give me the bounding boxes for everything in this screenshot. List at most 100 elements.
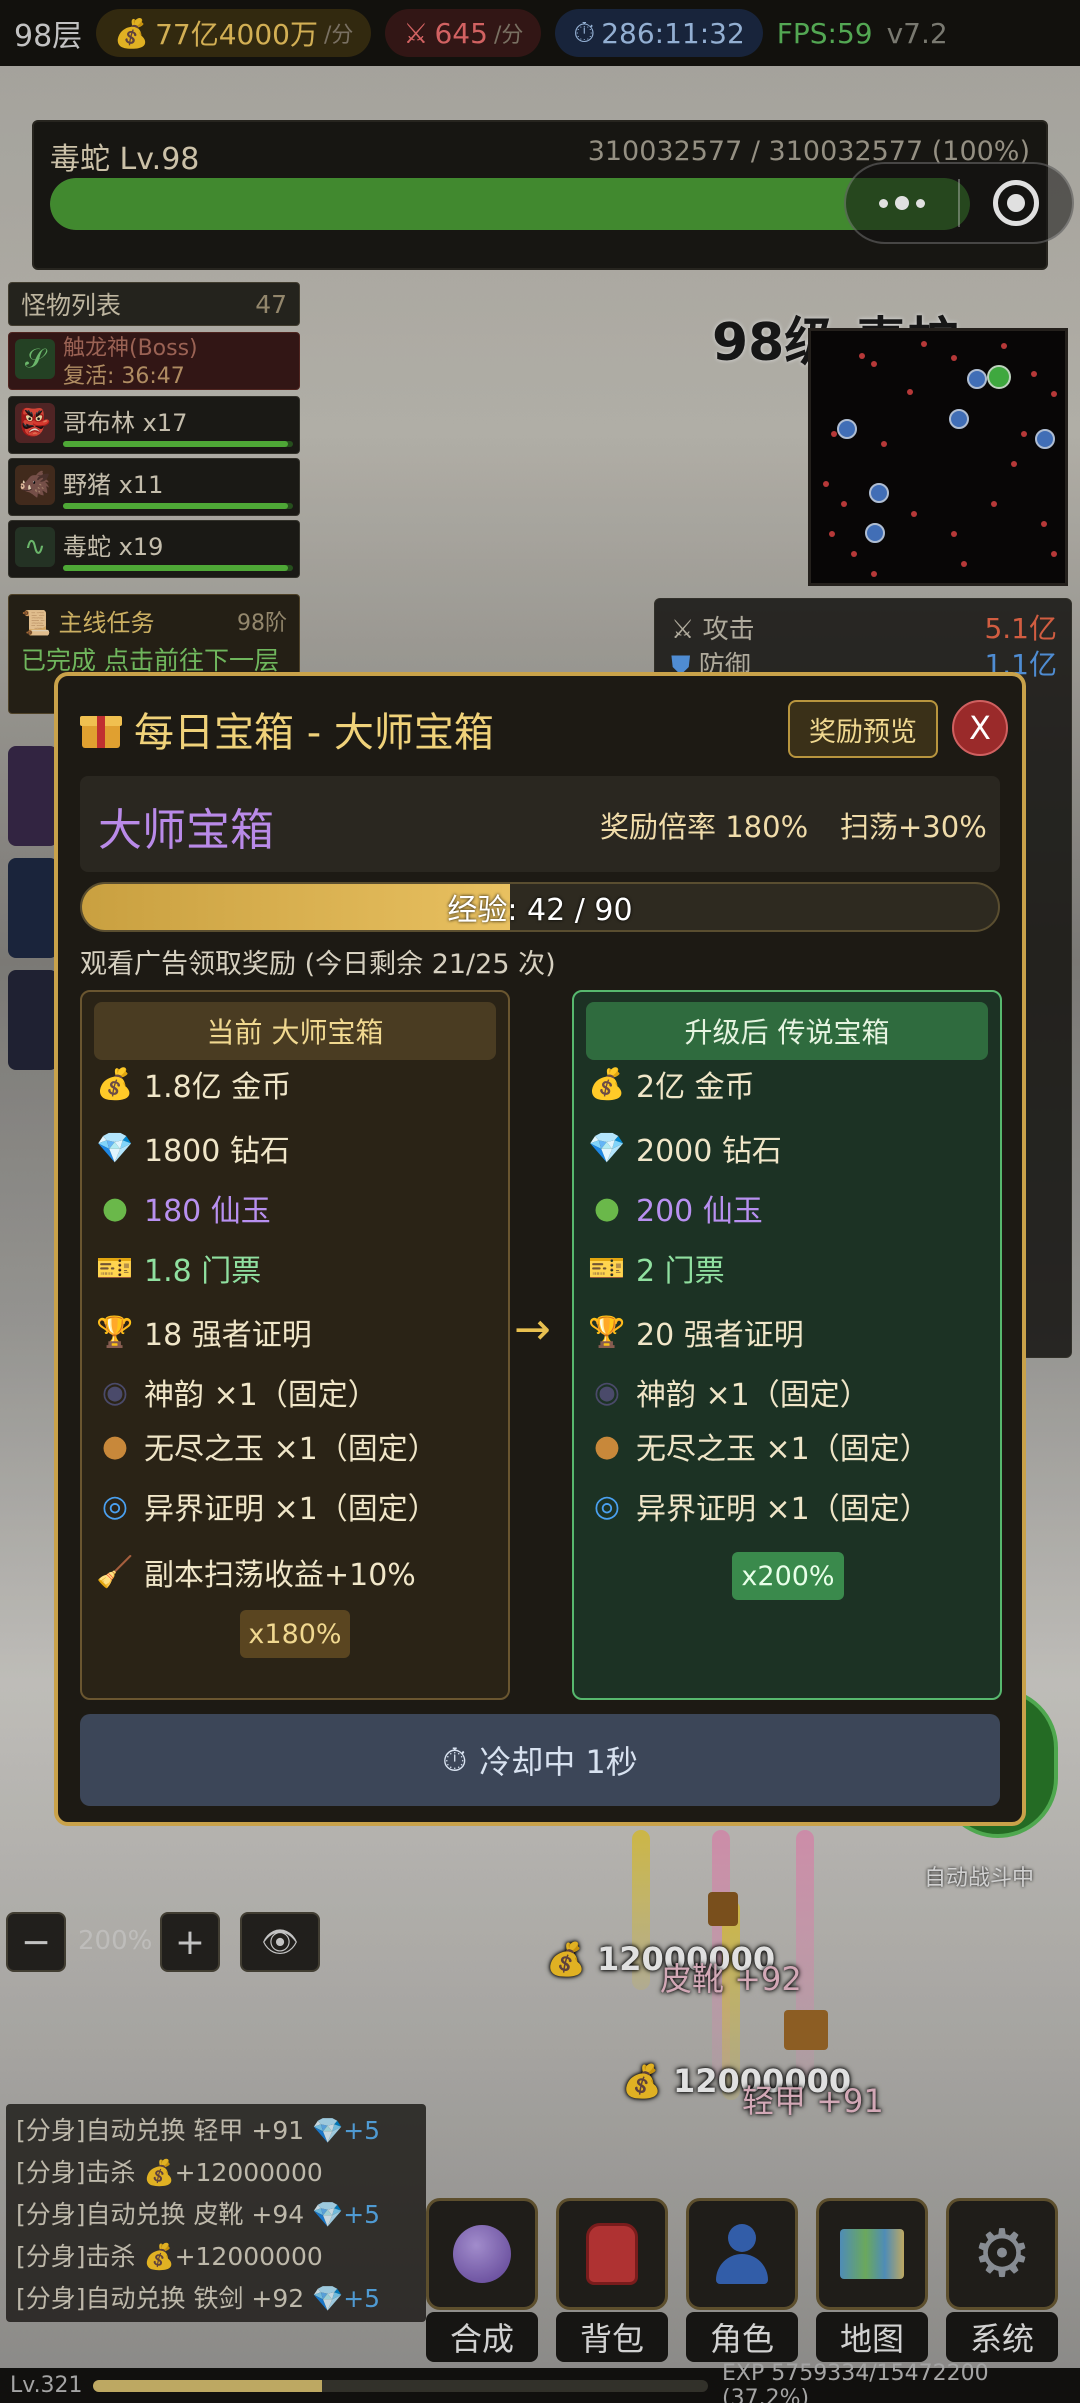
playtime-value: 286:11:32: [601, 16, 745, 50]
nav-label-character[interactable]: 角色: [686, 2312, 798, 2362]
reward-item: ● 无尽之玉 ×1（固定）: [588, 1424, 930, 1468]
reward-item: ◎ 异界证明 ×1（固定）: [96, 1484, 438, 1528]
log-diamond: 💎+5: [312, 2116, 381, 2145]
reward-text: 副本扫荡收益+10%: [144, 1558, 416, 1593]
monster-name: 哥布林 x17: [63, 409, 188, 437]
map-icon: [840, 2229, 904, 2279]
reward-item: 🧹 副本扫荡收益+10%: [96, 1550, 416, 1594]
close-miniprogram-button[interactable]: [960, 164, 1072, 242]
log-line: [分身]自动兑换 皮靴 +94 💎+5: [16, 2194, 416, 2236]
reward-item: 🏆 20 强者证明: [588, 1310, 804, 1354]
chest-name: 大师宝箱: [98, 805, 274, 856]
reward-text: 18 强者证明: [144, 1318, 312, 1353]
snake-icon: ∿: [15, 527, 55, 567]
ticket-icon: 🎫: [96, 1250, 134, 1286]
monster-hp-bar: [63, 565, 293, 571]
side-button[interactable]: [8, 746, 58, 846]
quest-title-row: 📜 主线任务: [21, 603, 155, 638]
scroll-icon: 📜: [21, 609, 51, 637]
claim-cooldown-button[interactable]: ⏱ 冷却中 1秒: [80, 1714, 1000, 1806]
minimap[interactable]: [808, 328, 1068, 586]
current-chest-column: 当前 大师宝箱 💰 1.8亿 金币 💎 1800 钻石 ● 180 仙玉 🎫 1.8 门票 🏆 1…: [80, 990, 510, 1700]
gear-icon: ⚙: [972, 2215, 1032, 2292]
reward-text: 1800 钻石: [144, 1134, 290, 1169]
reward-text: 20 强者证明: [636, 1318, 804, 1353]
gold-rate-unit: /分: [323, 23, 354, 48]
log-line: [分身]击杀 💰+12000000: [16, 2236, 416, 2278]
cooldown-label: 冷却中 1秒: [479, 1743, 638, 1781]
monster-row-goblin[interactable]: 👺 哥布林 x17: [8, 396, 300, 454]
nav-label-backpack[interactable]: 背包: [556, 2312, 668, 2362]
swirl-icon: ◎: [593, 1488, 621, 1524]
auto-battle-label: 自动战斗中: [924, 1866, 1035, 1891]
dialog-title-row: 每日宝箱 - 大师宝箱: [80, 700, 494, 758]
loot-chest-icon[interactable]: [708, 1892, 738, 1926]
goblin-icon: 👺: [15, 403, 55, 443]
log-text: [分身]击杀 💰+12000000: [16, 2242, 323, 2271]
reward-item: ● 无尽之玉 ×1（固定）: [96, 1424, 438, 1468]
reward-rate: 奖励倍率 180%: [600, 810, 809, 844]
boss-name: 毒蛇 Lv.98: [50, 142, 200, 177]
stat-label: 攻击: [702, 615, 755, 645]
swirl-icon: ◎: [101, 1488, 129, 1524]
reward-preview-button[interactable]: 奖励预览: [788, 700, 938, 758]
reward-multiplier-badge: x200%: [732, 1552, 844, 1600]
money-bag-icon: 💰: [114, 16, 150, 50]
reward-text: 异界证明 ×1（固定）: [636, 1492, 930, 1527]
loot-chest-icon[interactable]: [784, 2010, 828, 2050]
nav-system-button[interactable]: ⚙: [946, 2198, 1058, 2310]
monster-row-boar[interactable]: 🐗 野猪 x11: [8, 458, 300, 516]
boss-hp-bar: [50, 178, 970, 230]
side-button[interactable]: [8, 858, 58, 958]
reward-text: 2000 钻石: [636, 1134, 782, 1169]
monster-row-snake[interactable]: ∿ 毒蛇 x19: [8, 520, 300, 578]
reward-text: 无尽之玉 ×1（固定）: [636, 1432, 930, 1467]
log-text: [分身]自动兑换 铁剑 +92: [16, 2284, 313, 2313]
reward-text: 200 仙玉: [636, 1194, 763, 1229]
current-chest-header: 当前 大师宝箱: [94, 1002, 496, 1060]
nav-character-button[interactable]: [686, 2198, 798, 2310]
eye-icon: 👁: [260, 1924, 300, 1960]
close-button[interactable]: X: [952, 700, 1008, 756]
kill-rate-value: 645: [434, 16, 488, 50]
item-drop-text: 轻甲 +91: [742, 2082, 884, 2120]
boss-respawn-timer: 复活: 36:47: [63, 364, 185, 389]
reward-item: ◎ 异界证明 ×1（固定）: [588, 1484, 930, 1528]
reward-text: 180 仙玉: [144, 1194, 271, 1229]
reward-item: 🎫 1.8 门票: [96, 1246, 261, 1290]
monster-list-title: 怪物列表: [21, 291, 122, 320]
nav-map-button[interactable]: [816, 2198, 928, 2310]
player-xp-footer: Lv.321 EXP 5759334/15472200 (37.2%): [0, 2361, 1080, 2403]
upgraded-chest-column: 升级后 传说宝箱 💰 2亿 金币 💎 2000 钻石 ● 200 仙玉 🎫 2 门票 🏆 20 强…: [572, 990, 1002, 1700]
ad-reward-note: 观看广告领取奖励 (今日剩余 21/25 次): [80, 949, 556, 980]
nav-label-system[interactable]: 系统: [946, 2312, 1058, 2362]
reward-item: ● 200 仙玉: [588, 1186, 763, 1230]
monster-list-header[interactable]: 怪物列表 47: [8, 282, 300, 326]
zoom-in-button[interactable]: +: [160, 1912, 220, 1972]
stat-attack-value: 5.1亿: [984, 612, 1057, 645]
daily-chest-dialog: 每日宝箱 - 大师宝箱 奖励预览 X 大师宝箱 奖励倍率 180% 扫荡+30%…: [54, 672, 1026, 1826]
more-dots-icon: [879, 196, 925, 210]
nav-synthesize-button[interactable]: [426, 2198, 538, 2310]
zoom-out-button[interactable]: −: [6, 1912, 66, 1972]
quest-stage: 98阶: [237, 611, 287, 636]
miniprogram-capsule[interactable]: [844, 162, 1074, 244]
reward-item: ● 180 仙玉: [96, 1186, 271, 1230]
item-drop-text: 皮靴 +92: [660, 1960, 802, 1998]
orb-icon: ◉: [101, 1374, 129, 1410]
more-button[interactable]: [846, 164, 958, 242]
nav-label-map[interactable]: 地图: [816, 2312, 928, 2362]
jade-icon: ●: [593, 1190, 621, 1226]
target-circle-icon: [993, 180, 1039, 226]
reward-item: 💰 2亿 金币: [588, 1062, 754, 1106]
diamond-icon: 💎: [96, 1130, 134, 1166]
boar-icon: 🐗: [15, 465, 55, 505]
nav-backpack-button[interactable]: [556, 2198, 668, 2310]
nav-label-synthesize[interactable]: 合成: [426, 2312, 538, 2362]
side-button[interactable]: [8, 970, 58, 1070]
visibility-toggle-button[interactable]: 👁: [240, 1912, 320, 1972]
monster-row-boss[interactable]: 𝒮 触龙神(Boss) 复活: 36:47: [8, 332, 300, 390]
boss-hp-fill: [50, 178, 970, 230]
orb-icon: ◉: [593, 1374, 621, 1410]
log-text: [分身]击杀 💰+12000000: [16, 2158, 323, 2187]
